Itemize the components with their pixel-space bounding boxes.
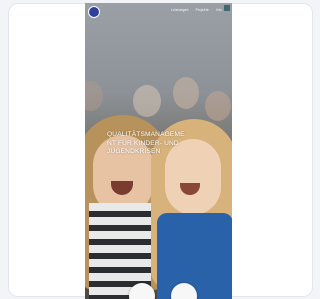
website-preview: Leistungen Projekte Info QUALITÄTSMANAGE… xyxy=(85,3,232,299)
nav-links: Leistungen Projekte Info xyxy=(171,8,222,12)
child-right-shirt xyxy=(157,213,232,299)
nav-link-leistungen[interactable]: Leistungen xyxy=(171,8,189,12)
nav-link-info[interactable]: Info xyxy=(216,8,222,12)
background-person xyxy=(85,81,103,111)
background-person xyxy=(173,77,199,109)
background-person xyxy=(133,85,161,117)
hero-title: QUALITÄTSMANAGEME NT FÜR KINDER- UND JUG… xyxy=(107,131,213,157)
menu-icon[interactable] xyxy=(224,5,230,11)
hero-title-line: QUALITÄTSMANAGEME xyxy=(107,131,185,138)
background-person xyxy=(205,91,231,121)
nav-link-projekte[interactable]: Projekte xyxy=(196,8,209,12)
top-navigation: Leistungen Projekte Info xyxy=(85,3,232,21)
hero-title-line: JUGENDKRISEN xyxy=(107,148,161,155)
logo-icon[interactable] xyxy=(88,6,100,18)
hero-title-line: NT FÜR KINDER- UND xyxy=(107,139,179,147)
